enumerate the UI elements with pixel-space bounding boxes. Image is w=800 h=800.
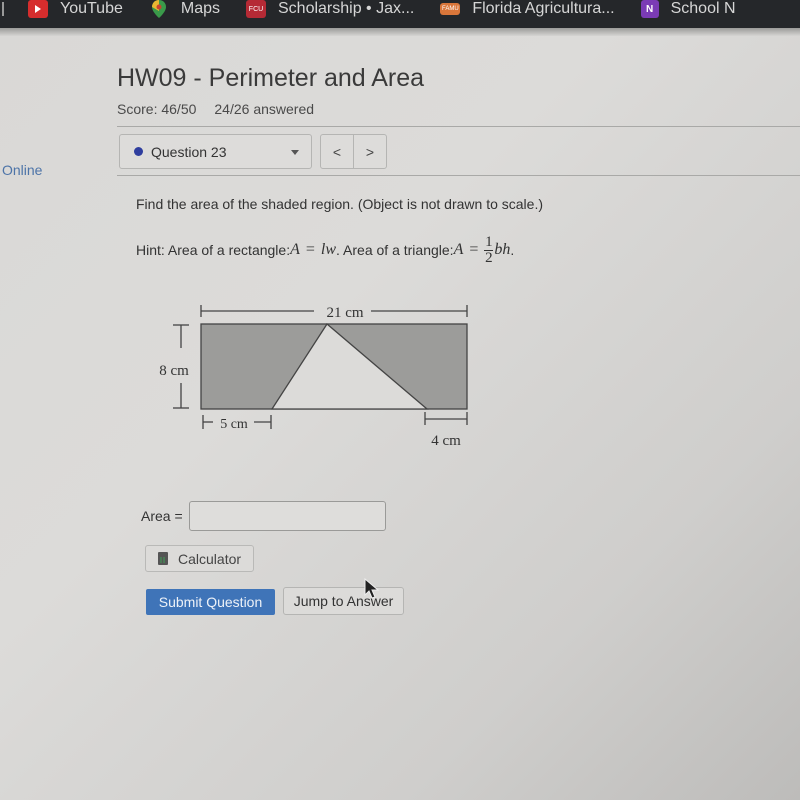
math-var: A (290, 241, 300, 258)
question-select-label: Question 23 (151, 143, 227, 160)
screen-edge (0, 28, 800, 36)
calculator-button[interactable]: Calculator (145, 545, 254, 572)
bookmark-label: Florida Agricultura... (472, 0, 615, 17)
fcu-icon: FCU (246, 0, 266, 18)
height-label: 8 cm (159, 363, 189, 379)
bookmark-famu[interactable]: FAMU Florida Agricultura... (440, 0, 615, 18)
math-fraction: 1 2 (484, 233, 494, 266)
youtube-icon (28, 0, 48, 18)
question-prompt: Find the area of the shaded region. (Obj… (136, 196, 544, 212)
jump-to-answer-button[interactable]: Jump to Answer (283, 587, 404, 615)
score-text: Score: 46/50 (117, 101, 197, 117)
math-eq: = (305, 241, 315, 258)
math-expr: lw (320, 241, 337, 258)
prev-question-button[interactable]: < (321, 135, 353, 168)
hint-end: . (510, 242, 515, 258)
hint: Hint: Area of a rectangle: A = lw . Area… (136, 230, 514, 270)
question-select[interactable]: Question 23 (119, 134, 312, 169)
status-dot-icon (134, 147, 143, 156)
chevron-down-icon (291, 150, 299, 155)
next-question-button[interactable]: > (353, 135, 386, 168)
shaded-region-figure: 21 cm 8 cm 5 cm 4 cm (140, 295, 480, 455)
left-gap-label: 5 cm (220, 417, 248, 432)
bookmarks-separator (2, 2, 4, 16)
mouse-cursor-icon (364, 578, 380, 599)
hint-prefix: Hint: Area of a rectangle: (136, 242, 291, 258)
score-row: Score: 46/50 24/26 answered (117, 101, 314, 117)
width-label: 21 cm (326, 305, 363, 321)
answered-text: 24/26 answered (214, 101, 315, 117)
bookmarks-bar: YouTube Maps FCU Scholarship • Jax... FA… (0, 0, 800, 28)
question-nav: < > (320, 134, 387, 169)
bookmark-label: YouTube (60, 0, 123, 17)
bookmark-label: Maps (180, 0, 220, 17)
calculator-icon (158, 552, 168, 565)
fraction-numerator: 1 (485, 233, 493, 250)
divider (117, 126, 800, 127)
bookmark-school[interactable]: N School N (640, 0, 736, 18)
area-label: Area = (141, 508, 183, 524)
divider (117, 175, 800, 176)
submit-question-button[interactable]: Submit Question (146, 589, 275, 615)
hint-middle: . Area of a triangle: (336, 242, 454, 258)
onenote-icon: N (640, 0, 659, 18)
bookmark-label: Scholarship • Jax... (278, 0, 415, 17)
bookmark-label: School N (670, 0, 736, 17)
page-title: HW09 - Perimeter and Area (117, 64, 425, 92)
bookmark-youtube[interactable]: YouTube (28, 0, 123, 18)
famu-icon: FAMU (440, 3, 461, 15)
right-gap-label: 4 cm (431, 433, 461, 449)
calculator-label: Calculator (178, 550, 242, 567)
math-var: A (453, 241, 464, 258)
fraction-denominator: 2 (485, 249, 493, 266)
math-expr: bh (494, 241, 511, 258)
bookmark-scholarship[interactable]: FCU Scholarship • Jax... (246, 0, 414, 18)
maps-icon (149, 0, 169, 18)
area-input[interactable] (189, 501, 386, 531)
bookmark-maps[interactable]: Maps (149, 0, 220, 18)
online-link[interactable]: Online (2, 162, 42, 178)
math-eq: = (469, 241, 479, 258)
